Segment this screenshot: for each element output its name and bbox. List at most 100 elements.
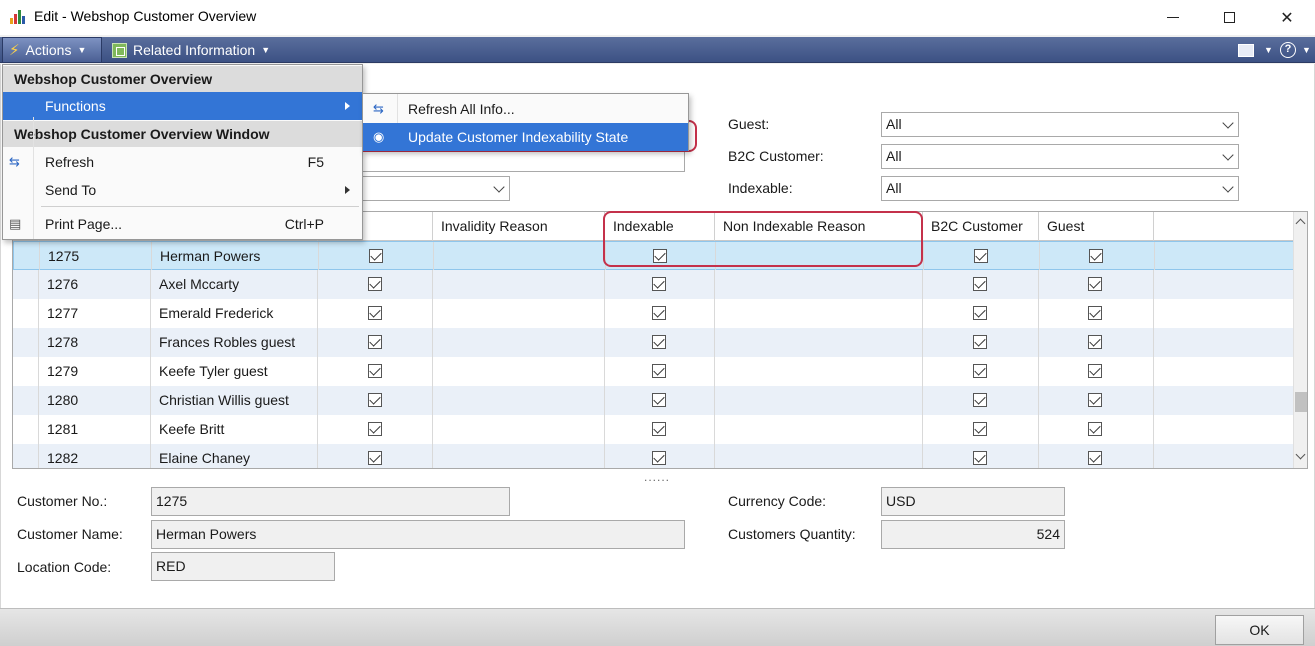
checkbox-checked-icon[interactable] xyxy=(368,277,382,291)
hidden-combo-field[interactable] xyxy=(357,176,510,201)
checkbox-checked-icon[interactable] xyxy=(368,393,382,407)
cell-empty[interactable] xyxy=(433,328,605,357)
cell-customer-name[interactable]: Emerald Frederick xyxy=(151,299,318,328)
checkbox-checked-icon[interactable] xyxy=(974,249,988,263)
menu-item-print-page[interactable]: ▤ Print Page... Ctrl+P xyxy=(3,210,362,238)
checkbox-checked-icon[interactable] xyxy=(973,393,987,407)
checkbox-checked-icon[interactable] xyxy=(652,393,666,407)
cell-checkbox[interactable] xyxy=(605,270,715,299)
table-row[interactable]: 1277 Emerald Frederick xyxy=(13,299,1295,328)
minimize-button[interactable] xyxy=(1150,0,1196,35)
cell-customer-no[interactable]: 1277 xyxy=(39,299,151,328)
checkbox-checked-icon[interactable] xyxy=(652,277,666,291)
cell-empty[interactable] xyxy=(715,357,923,386)
table-row[interactable]: 1279 Keefe Tyler guest xyxy=(13,357,1295,386)
checkbox-checked-icon[interactable] xyxy=(368,306,382,320)
menu-item-refresh[interactable]: ⇆ Refresh F5 xyxy=(3,148,362,176)
cell-customer-no[interactable]: 1276 xyxy=(39,270,151,299)
guest-filter-combo[interactable]: All xyxy=(881,112,1239,137)
cell-checkbox[interactable] xyxy=(923,357,1039,386)
checkbox-checked-icon[interactable] xyxy=(1088,306,1102,320)
cell-checkbox[interactable] xyxy=(319,242,434,271)
cell-checkbox[interactable] xyxy=(1039,415,1154,444)
cell-checkbox[interactable] xyxy=(1039,328,1154,357)
cell-checkbox[interactable] xyxy=(1040,242,1155,271)
cell-empty[interactable] xyxy=(433,444,605,468)
checkbox-checked-icon[interactable] xyxy=(368,335,382,349)
table-row[interactable]: 1278 Frances Robles guest xyxy=(13,328,1295,357)
checkbox-checked-icon[interactable] xyxy=(369,249,383,263)
help-button[interactable]: ? ▼ xyxy=(1280,37,1311,63)
cell-checkbox[interactable] xyxy=(318,415,433,444)
checkbox-checked-icon[interactable] xyxy=(368,422,382,436)
cell-empty[interactable] xyxy=(715,415,923,444)
cell-customer-no[interactable]: 1280 xyxy=(39,386,151,415)
cell-checkbox[interactable] xyxy=(923,270,1039,299)
checkbox-checked-icon[interactable] xyxy=(973,422,987,436)
checkbox-checked-icon[interactable] xyxy=(973,364,987,378)
cell-customer-no[interactable]: 1279 xyxy=(39,357,151,386)
cell-customer-no[interactable]: 1282 xyxy=(39,444,151,468)
cell-checkbox[interactable] xyxy=(923,444,1039,468)
submenu-item-update-indexability[interactable]: ◉ Update Customer Indexability State xyxy=(363,123,688,151)
ok-button[interactable]: OK xyxy=(1215,615,1304,645)
cell-checkbox[interactable] xyxy=(318,386,433,415)
cell-customer-no[interactable]: 1281 xyxy=(39,415,151,444)
cell-checkbox[interactable] xyxy=(1039,299,1154,328)
row-selector[interactable] xyxy=(13,328,39,357)
cell-empty[interactable] xyxy=(433,415,605,444)
cell-checkbox[interactable] xyxy=(1039,386,1154,415)
cell-checkbox[interactable] xyxy=(605,386,715,415)
cell-checkbox[interactable] xyxy=(1039,357,1154,386)
row-selector[interactable] xyxy=(13,357,39,386)
customer-no-field[interactable]: 1275 xyxy=(151,487,510,516)
submenu-item-refresh-all[interactable]: ⇆ Refresh All Info... xyxy=(363,95,688,123)
checkbox-checked-icon[interactable] xyxy=(1089,249,1103,263)
table-row[interactable]: 1276 Axel Mccarty xyxy=(13,270,1295,299)
cell-checkbox[interactable] xyxy=(924,242,1040,271)
menu-item-send-to[interactable]: Send To xyxy=(3,176,362,204)
pane-splitter[interactable]: ...... xyxy=(644,470,670,484)
table-row[interactable]: 1281 Keefe Britt xyxy=(13,415,1295,444)
cell-customer-name[interactable]: Axel Mccarty xyxy=(151,270,318,299)
cell-empty[interactable] xyxy=(715,270,923,299)
view-options-button[interactable]: ▼ xyxy=(1238,37,1273,63)
location-code-field[interactable]: RED xyxy=(151,552,335,581)
cell-checkbox[interactable] xyxy=(605,299,715,328)
cell-checkbox[interactable] xyxy=(318,328,433,357)
checkbox-checked-icon[interactable] xyxy=(1088,277,1102,291)
menu-item-functions[interactable]: Functions xyxy=(3,92,362,120)
checkbox-checked-icon[interactable] xyxy=(973,335,987,349)
cell-customer-name[interactable]: Herman Powers xyxy=(152,242,319,271)
cell-checkbox[interactable] xyxy=(318,444,433,468)
indexable-filter-combo[interactable]: All xyxy=(881,176,1239,201)
cell-customer-name[interactable]: Frances Robles guest xyxy=(151,328,318,357)
checkbox-checked-icon[interactable] xyxy=(1088,393,1102,407)
cell-customer-name[interactable]: Elaine Chaney xyxy=(151,444,318,468)
cell-checkbox[interactable] xyxy=(923,386,1039,415)
cell-checkbox[interactable] xyxy=(318,299,433,328)
related-information-button[interactable]: Related Information ▼ xyxy=(108,37,270,63)
row-selector[interactable] xyxy=(14,242,40,271)
header-guest[interactable]: Guest xyxy=(1039,212,1154,241)
row-selector[interactable] xyxy=(13,386,39,415)
header-b2c-customer[interactable]: B2C Customer xyxy=(923,212,1039,241)
checkbox-checked-icon[interactable] xyxy=(973,451,987,465)
cell-empty[interactable] xyxy=(715,444,923,468)
vertical-scrollbar[interactable] xyxy=(1293,212,1307,468)
cell-checkbox[interactable] xyxy=(605,444,715,468)
cell-empty[interactable] xyxy=(433,270,605,299)
cell-checkbox[interactable] xyxy=(1039,444,1154,468)
checkbox-checked-icon[interactable] xyxy=(1088,451,1102,465)
currency-code-field[interactable]: USD xyxy=(881,487,1065,516)
scroll-down-icon[interactable] xyxy=(1295,449,1306,460)
checkbox-checked-icon[interactable] xyxy=(652,451,666,465)
cell-checkbox[interactable] xyxy=(318,270,433,299)
cell-checkbox[interactable] xyxy=(605,415,715,444)
checkbox-checked-icon[interactable] xyxy=(652,335,666,349)
actions-button[interactable]: ⚡ Actions ▼ xyxy=(2,37,102,63)
b2c-filter-combo[interactable]: All xyxy=(881,144,1239,169)
checkbox-checked-icon[interactable] xyxy=(652,422,666,436)
customer-name-field[interactable]: Herman Powers xyxy=(151,520,685,549)
row-selector[interactable] xyxy=(13,299,39,328)
